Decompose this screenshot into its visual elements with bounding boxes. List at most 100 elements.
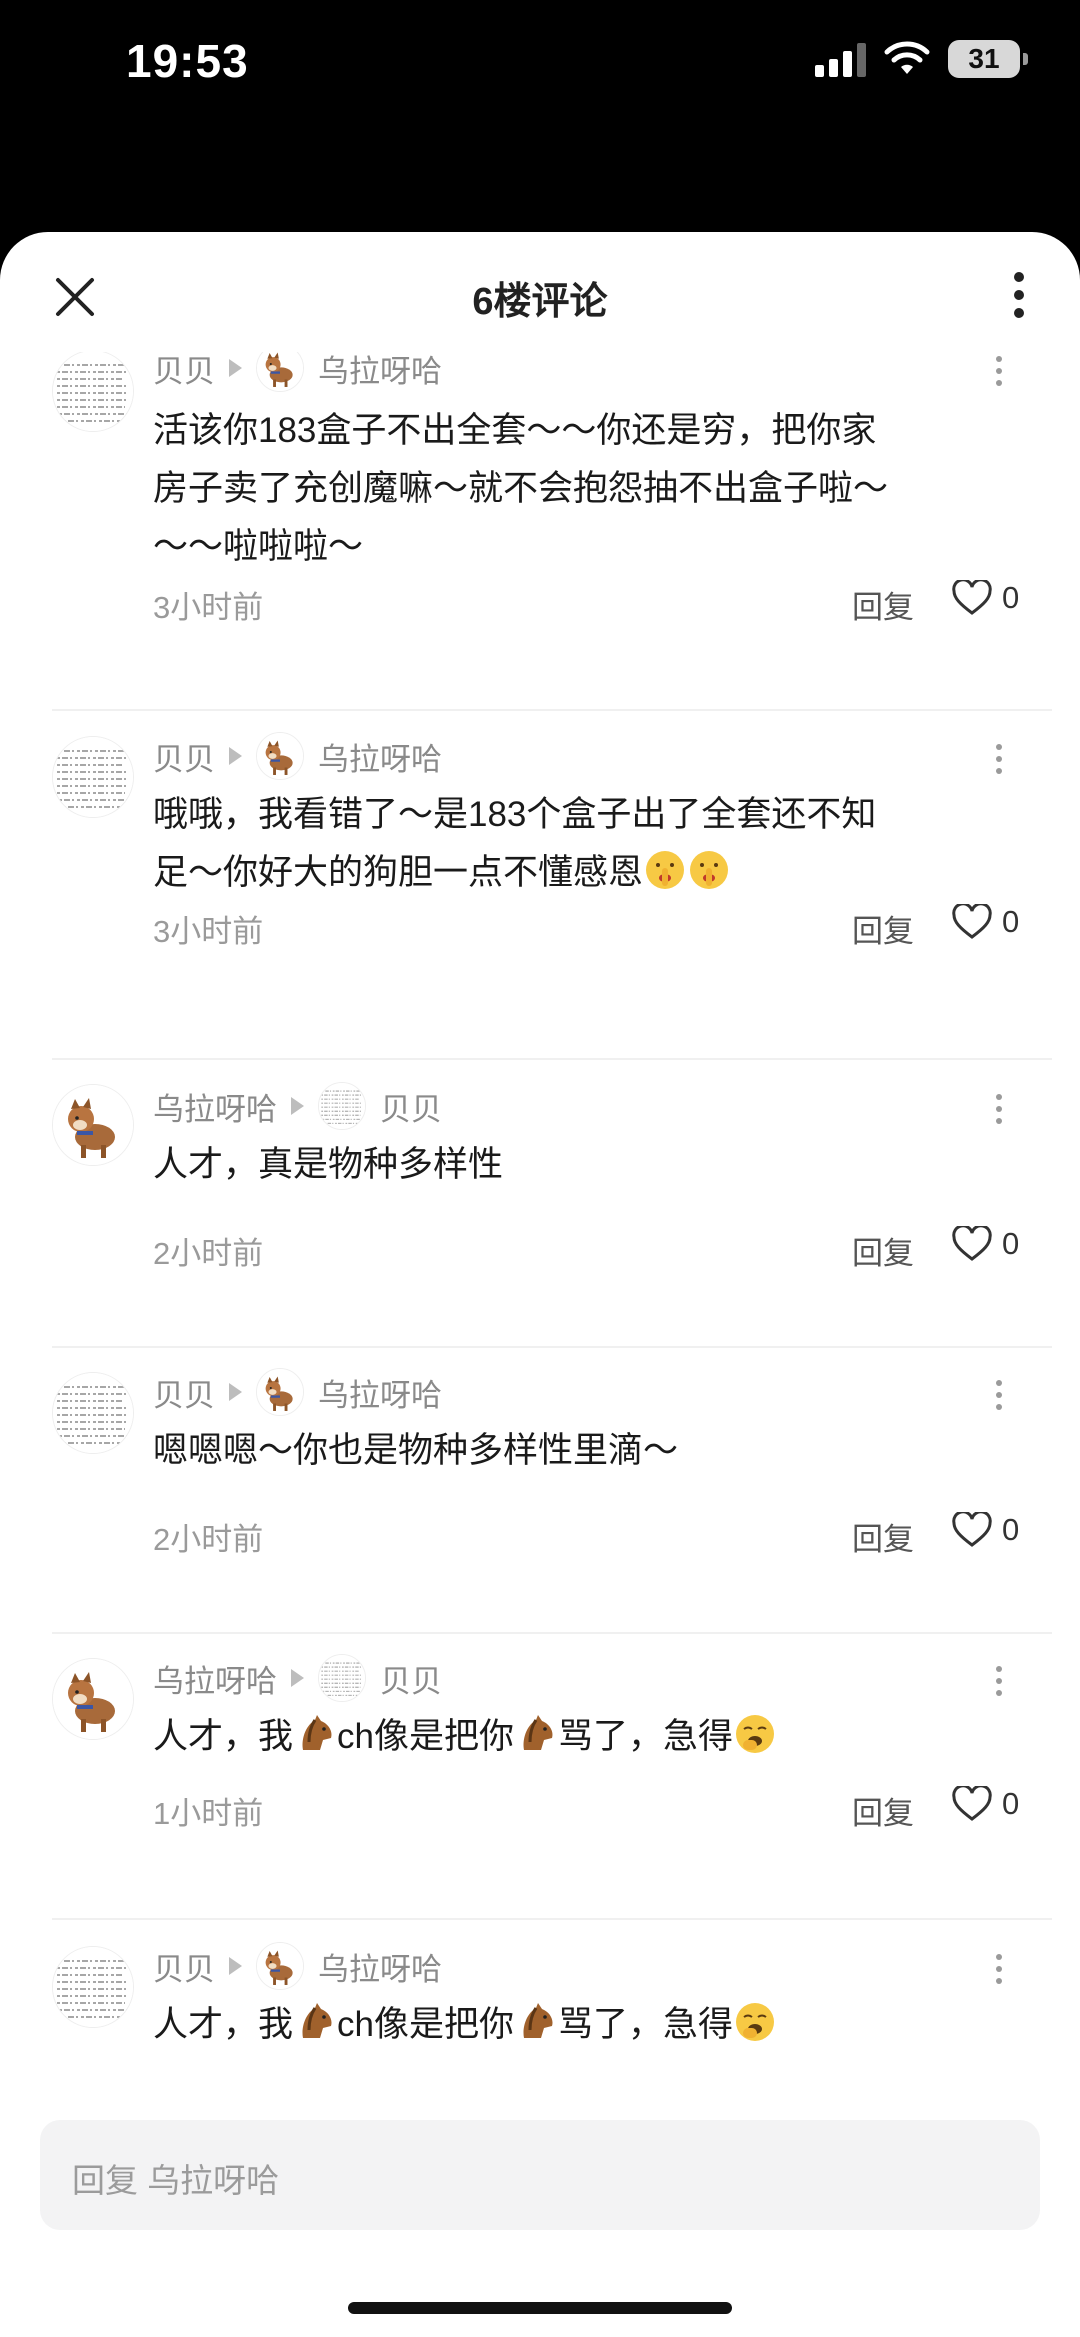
avatar[interactable] <box>52 352 134 432</box>
reply-arrow-icon <box>229 1383 242 1401</box>
comment-text-line: 哦哦，我看错了～是183个盒子出了全套还不知 <box>153 795 877 834</box>
reply-arrow-icon <box>229 359 242 377</box>
mini-avatar <box>256 1368 304 1416</box>
author-name[interactable]: 乌拉呀哈 <box>153 1656 277 1701</box>
comment-text[interactable]: 活该你183盒子不出全套～～你还是穷，把你家 房子卖了充创魔嘛～就不会抱怨抽不出… <box>153 402 1013 576</box>
reply-to-name[interactable]: 乌拉呀哈 <box>318 734 442 779</box>
like-button[interactable]: 0 <box>952 904 1019 940</box>
comment-item: 贝贝 乌拉呀哈 活该你183盒子不出全套～～你还是穷，把你家 房子卖了充创魔嘛～… <box>0 352 1080 625</box>
like-count: 0 <box>1002 904 1020 939</box>
comment-more-icon[interactable] <box>996 1666 1002 1696</box>
reply-button[interactable]: 回复 <box>852 1228 914 1273</box>
mini-avatar <box>256 1942 304 1990</box>
comment-text[interactable]: 哦哦，我看错了～是183个盒子出了全套还不知 足～你好大的狗胆一点不懂感恩 <box>153 786 1013 902</box>
comment-text[interactable]: 嗯嗯嗯～你也是物种多样性里滴～ <box>153 1422 1013 1480</box>
sheet-header: 6楼评论 <box>0 232 1080 352</box>
reply-button[interactable]: 回复 <box>852 906 914 951</box>
reply-to-name[interactable]: 贝贝 <box>380 1084 442 1129</box>
comment-text-part: ch像是把你 <box>337 1717 514 1756</box>
like-button[interactable]: 0 <box>952 580 1019 616</box>
comment-time: 3小时前 <box>153 590 264 625</box>
avatar[interactable] <box>52 1658 134 1740</box>
like-button[interactable]: 0 <box>952 1512 1019 1548</box>
like-button[interactable]: 0 <box>952 1226 1019 1262</box>
like-button[interactable]: 0 <box>952 1786 1019 1822</box>
horse-face-emoji <box>514 2000 558 2044</box>
reply-to-name[interactable]: 贝贝 <box>380 1656 442 1701</box>
horse-face-emoji <box>514 1712 558 1756</box>
author-name[interactable]: 贝贝 <box>153 1370 215 1415</box>
comment-more-icon[interactable] <box>996 1954 1002 1984</box>
home-indicator[interactable] <box>348 2302 732 2314</box>
comment-sheet: 6楼评论 贝贝 乌拉呀哈 活该你183盒子不出全套～～你还是穷，把你家 房子卖了… <box>0 232 1080 2337</box>
author-name[interactable]: 贝贝 <box>153 734 215 779</box>
comment-item: 贝贝 乌拉呀哈 哦哦，我看错了～是183个盒子出了全套还不知 足～你好大的狗胆一… <box>0 732 1080 1032</box>
avatar[interactable] <box>52 736 134 818</box>
comment-text-line: 房子卖了充创魔嘛～就不会抱怨抽不出盒子啦～ <box>153 469 889 508</box>
yawning-face-emoji <box>733 2000 777 2044</box>
author-name[interactable]: 贝贝 <box>153 1944 215 1989</box>
comment-item: 贝贝 乌拉呀哈 嗯嗯嗯～你也是物种多样性里滴～ 2小时前 回复 0 <box>0 1368 1080 1618</box>
comment-time: 2小时前 <box>153 1236 264 1271</box>
more-vertical-icon[interactable] <box>1012 272 1026 318</box>
status-icons: 31 <box>815 40 1028 78</box>
author-name[interactable]: 乌拉呀哈 <box>153 1084 277 1129</box>
like-count: 0 <box>1002 1786 1020 1821</box>
horse-face-emoji <box>293 2000 337 2044</box>
comment-text-part: ch像是把你 <box>337 2005 514 2044</box>
battery-indicator: 31 <box>948 40 1028 78</box>
reply-button[interactable]: 回复 <box>852 582 914 627</box>
avatar[interactable] <box>52 1372 134 1454</box>
comment-more-icon[interactable] <box>996 356 1002 386</box>
reply-button[interactable]: 回复 <box>852 1788 914 1833</box>
comment-item: 贝贝 乌拉呀哈 人才，我 ch像是把你 骂了，急得 <box>0 1942 1080 2142</box>
status-time: 19:53 <box>126 35 249 87</box>
comment-text-line: 活该你183盒子不出全套～～你还是穷，把你家 <box>153 411 877 450</box>
author-line: 贝贝 乌拉呀哈 <box>153 1368 442 1416</box>
comment-item: 乌拉呀哈 贝贝 人才，真是物种多样性 2小时前 回复 0 <box>0 1082 1080 1332</box>
like-count: 0 <box>1002 1226 1020 1261</box>
divider <box>52 1346 1052 1348</box>
heart-outline-icon <box>952 1786 992 1821</box>
reply-input[interactable]: 回复 乌拉呀哈 <box>40 2120 1040 2230</box>
reply-arrow-icon <box>229 747 242 765</box>
comment-text-line: 足～你好大的狗胆一点不懂感恩 <box>153 853 644 892</box>
reply-to-name[interactable]: 乌拉呀哈 <box>318 1370 442 1415</box>
reply-to-name[interactable]: 乌拉呀哈 <box>318 1944 442 1989</box>
reply-button[interactable]: 回复 <box>852 1514 914 1559</box>
author-name[interactable]: 贝贝 <box>153 352 215 391</box>
yawning-face-emoji <box>733 1712 777 1756</box>
like-count: 0 <box>1002 580 1020 615</box>
comment-more-icon[interactable] <box>996 1380 1002 1410</box>
status-bar: 19:53 31 <box>0 0 1080 130</box>
comment-time: 2小时前 <box>153 1522 264 1557</box>
comment-text[interactable]: 人才，真是物种多样性 <box>153 1136 1013 1194</box>
comment-text[interactable]: 人才，我 ch像是把你 骂了，急得 <box>153 1996 1013 2054</box>
comment-more-icon[interactable] <box>996 1094 1002 1124</box>
mini-avatar <box>256 352 304 392</box>
divider <box>52 1632 1052 1634</box>
heart-outline-icon <box>952 1226 992 1261</box>
avatar[interactable] <box>52 1946 134 2028</box>
author-line: 贝贝 乌拉呀哈 <box>153 1942 442 1990</box>
comment-more-icon[interactable] <box>996 744 1002 774</box>
heart-outline-icon <box>952 580 992 615</box>
comment-text-line: ～～啦啦啦～ <box>153 527 364 566</box>
comment-text-part: 骂了，急得 <box>557 1717 733 1756</box>
comment-item: 乌拉呀哈 贝贝 人才，我 ch像是把你 骂了，急得 1小时前 回复 0 <box>0 1654 1080 1904</box>
reply-to-name[interactable]: 乌拉呀哈 <box>318 352 442 391</box>
divider <box>52 1058 1052 1060</box>
comment-text-part: 人才，我 <box>153 2005 294 2044</box>
comment-list[interactable]: 贝贝 乌拉呀哈 活该你183盒子不出全套～～你还是穷，把你家 房子卖了充创魔嘛～… <box>0 352 1080 2152</box>
reply-arrow-icon <box>229 1957 242 1975</box>
author-line: 贝贝 乌拉呀哈 <box>153 352 442 392</box>
comment-text[interactable]: 人才，我 ch像是把你 骂了，急得 <box>153 1708 1013 1766</box>
reply-arrow-icon <box>291 1669 304 1687</box>
author-line: 贝贝 乌拉呀哈 <box>153 732 442 780</box>
divider <box>52 709 1052 711</box>
mini-avatar <box>318 1654 366 1702</box>
avatar[interactable] <box>52 1084 134 1166</box>
comment-time: 1小时前 <box>153 1796 264 1831</box>
reply-placeholder: 回复 乌拉呀哈 <box>72 2162 280 2199</box>
shushing-face-emoji <box>687 848 731 892</box>
